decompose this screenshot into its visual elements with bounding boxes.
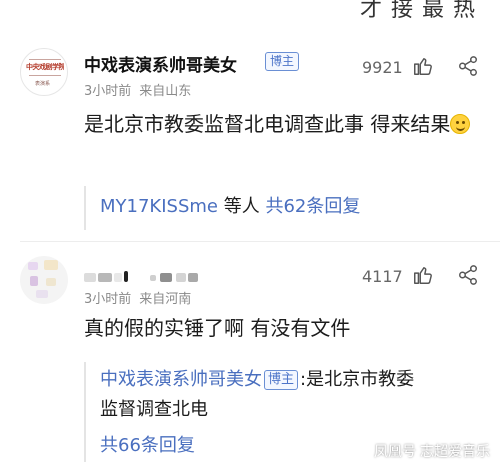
blurred-avatar-patch (30, 276, 38, 286)
comment-location: 来自河南 (139, 292, 192, 307)
blurred-avatar-patch (44, 260, 58, 270)
reply-summary[interactable]: MY17KISSme 等人 共62条回复 (84, 186, 488, 230)
previous-header-fragment: 才 接 最 热 (360, 0, 476, 22)
redaction-block (160, 273, 172, 282)
redaction-block (114, 273, 122, 282)
redaction-block (188, 273, 198, 282)
comment-text: 真的假的实锤了啊 有没有文件 (84, 316, 351, 340)
reply-summary-line[interactable]: MY17KISSme 等人 共62条回复 (100, 193, 360, 221)
smile-emoji-icon (450, 114, 471, 134)
author-badge: 博主 (265, 52, 300, 71)
reply-count-link[interactable]: 共66条回复 (100, 432, 195, 460)
comment-divider (20, 241, 500, 242)
reply-middle: 等人 (218, 196, 266, 217)
comment-time: 3小时前 (84, 84, 132, 99)
logo-rule (29, 75, 61, 76)
share-icon[interactable] (457, 264, 479, 286)
redaction-block (84, 273, 96, 282)
comment-text: 是北京市教委监督北电调查此事 得来结果 (84, 108, 484, 140)
redaction-block (176, 273, 186, 282)
watermark-right: 志超爱音乐 (420, 444, 490, 460)
username[interactable]: 中戏表演系帅哥美女 (84, 51, 237, 76)
logo-rule (29, 59, 61, 60)
watermark: 凤凰号 志超爱音乐 (374, 441, 490, 461)
watermark-left: 凤凰号 (374, 444, 416, 460)
username-redacted[interactable] (84, 267, 224, 287)
reply-text-line1: :是北京市教委 (300, 369, 415, 390)
blurred-avatar-patch (28, 262, 38, 270)
share-icon[interactable] (457, 55, 479, 77)
avatar-logo-sub: 表演系 (35, 81, 51, 87)
like-count: 9921 (362, 58, 403, 77)
reply-text-line2: 监督调查北电 (100, 399, 208, 420)
thumbs-up-icon[interactable] (412, 55, 434, 77)
reply-count-link[interactable]: 共62条回复 (265, 196, 360, 217)
comment-time: 3小时前 (84, 292, 132, 307)
like-count: 4117 (362, 267, 403, 286)
reply-author[interactable]: 中戏表演系帅哥美女 (100, 369, 262, 390)
comment-body: 是北京市教委监督北电调查此事 得来结果 (84, 112, 451, 136)
blurred-avatar-patch (46, 278, 56, 286)
avatar-logo-text: 中央戏剧学院 (26, 62, 64, 71)
reply-users[interactable]: MY17KISSme (100, 196, 218, 217)
redaction-block (150, 275, 156, 281)
author-badge: 博主 (264, 370, 299, 390)
comment-meta: 3小时前 来自河南 (84, 288, 191, 307)
redaction-block (124, 271, 128, 282)
redaction-block (98, 273, 112, 282)
avatar[interactable]: 中央戏剧学院 表演系 (20, 48, 68, 96)
blurred-avatar-patch (36, 290, 48, 298)
avatar[interactable] (20, 256, 68, 304)
comment-meta: 3小时前 来自山东 (84, 80, 191, 99)
thumbs-up-icon[interactable] (412, 264, 434, 286)
comment-location: 来自山东 (139, 84, 192, 99)
reply-preview-line: 中戏表演系帅哥美女 博主:是北京市教委 (100, 366, 414, 394)
